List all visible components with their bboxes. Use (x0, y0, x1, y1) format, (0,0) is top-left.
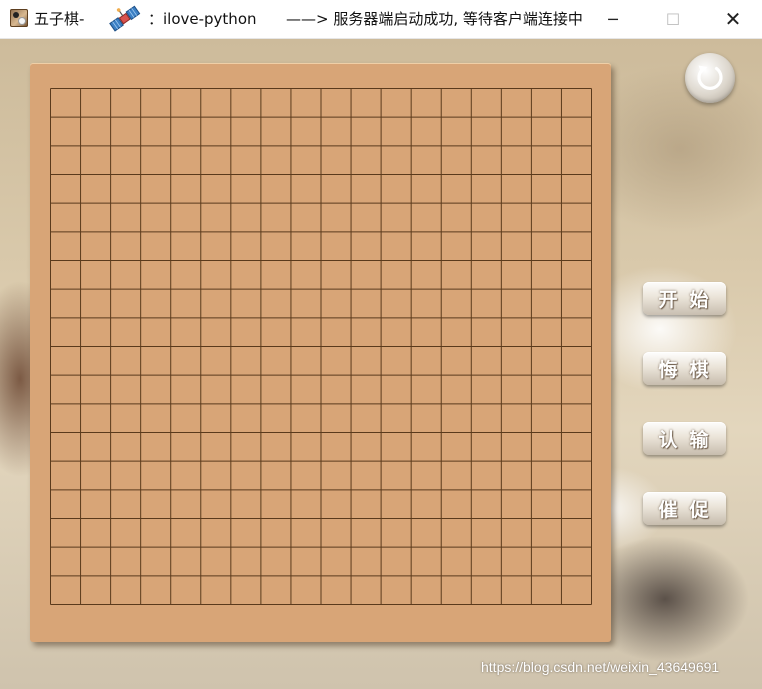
maximize-icon: ☐ (665, 9, 681, 29)
satellite-icon (109, 5, 141, 32)
maximize-button[interactable]: ☐ (650, 0, 696, 38)
undo-button[interactable]: 悔棋 (643, 352, 726, 385)
minimize-button[interactable]: ─ (590, 0, 636, 38)
close-icon: ✕ (724, 7, 742, 31)
minimize-icon: ─ (608, 9, 618, 29)
refresh-icon (697, 65, 723, 90)
urge-button[interactable]: 催促 (643, 492, 726, 525)
close-button[interactable]: ✕ (710, 0, 756, 38)
window-title-prefix: 五子棋- (34, 10, 85, 28)
window-title-status: ——> 服务器端启动成功, 等待客户端连接中 (286, 10, 583, 28)
board-grid[interactable] (50, 88, 592, 605)
watermark-text: https://blog.csdn.net/weixin_43649691 (481, 659, 720, 675)
resign-button[interactable]: 认输 (643, 422, 726, 455)
game-area: 开始 悔棋 认输 催促 https://blog.csdn.net/weixin… (0, 39, 762, 689)
gomoku-app-icon (10, 9, 28, 27)
refresh-button[interactable] (685, 53, 735, 103)
window-title-user: ：ilove-python (148, 10, 257, 28)
start-button[interactable]: 开始 (643, 282, 726, 315)
gomoku-board[interactable] (30, 63, 611, 642)
title-bar[interactable]: 五子棋- ：ilove-python ——> 服务器端启动成功, 等待客户端连接… (0, 0, 762, 39)
